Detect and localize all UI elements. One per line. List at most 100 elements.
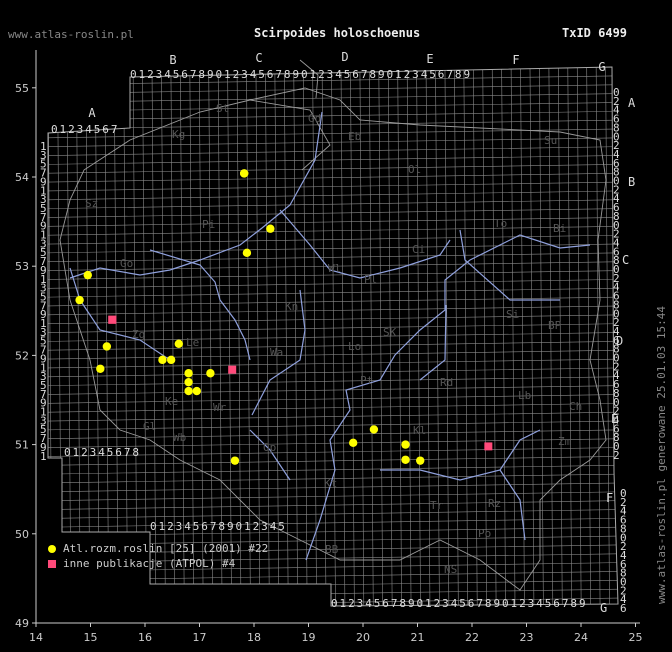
grid-column-letter: D — [341, 50, 348, 64]
x-tick-label: 18 — [247, 631, 261, 644]
taxon-id: TxID 6499 — [562, 26, 628, 40]
grid-digit: 0 — [502, 597, 509, 610]
grid-column-letter: A — [88, 106, 96, 120]
grid-digit: 4 — [451, 597, 458, 610]
grid-digit: 1 — [511, 597, 518, 610]
grid-digit: 0 — [150, 520, 157, 533]
grid-digit: 2 — [519, 597, 526, 610]
atlas-record-point — [369, 425, 379, 434]
region-label: Wa — [270, 346, 283, 359]
x-tick-label: 16 — [138, 631, 152, 644]
grid-line — [48, 84, 618, 94]
grid-line — [510, 67, 516, 606]
grid-digit: 9 — [292, 68, 299, 81]
atlas-record-point — [184, 369, 193, 378]
grid-digit: 6 — [102, 123, 109, 136]
x-tick-label: 24 — [574, 631, 588, 644]
grid-line — [48, 411, 618, 422]
grid-line — [48, 226, 618, 236]
grid-digit: 1 — [60, 123, 67, 136]
grid-line — [425, 67, 431, 606]
region-label: Pi — [202, 218, 215, 231]
grid-digit: 9 — [493, 597, 500, 610]
grid-digit: 7 — [111, 123, 118, 136]
grid-digit: 2 — [147, 68, 154, 81]
grid-digit: 9 — [579, 597, 586, 610]
grid-digit: 5 — [278, 520, 285, 533]
grid-digit: 4 — [536, 597, 543, 610]
grid-digit: 1 — [244, 520, 251, 533]
grid-line — [48, 394, 618, 404]
grid-line — [48, 341, 618, 351]
atlas-record-point — [166, 355, 176, 365]
grid-line — [48, 181, 618, 192]
region-label: Zm — [558, 435, 572, 448]
grid-digit: 2 — [167, 520, 174, 533]
grid-column-letter: C — [255, 51, 262, 65]
grid-digit: 3 — [241, 68, 248, 81]
x-tick-label: 20 — [356, 631, 370, 644]
grid-line — [435, 67, 440, 606]
region-label: Rz — [488, 497, 501, 510]
region-label: Tr — [430, 499, 444, 512]
grid-digit: 0 — [301, 68, 308, 81]
atlas-record-point — [206, 369, 215, 378]
region-label: Wl — [328, 262, 341, 275]
grid-digit: 4 — [184, 520, 191, 533]
grid-row-letter: B — [628, 175, 635, 189]
publication-record-point — [108, 315, 117, 324]
grid-digit: 5 — [545, 597, 552, 610]
grid-line — [48, 420, 618, 431]
grid-digit: 4 — [335, 68, 342, 81]
grid-digit: 8 — [369, 68, 376, 81]
grid-digit: 4 — [365, 597, 372, 610]
grid-line — [48, 155, 618, 165]
atlas-record-point — [75, 295, 84, 305]
grid-digit: 5 — [258, 68, 265, 81]
square-marker-icon — [48, 559, 56, 568]
grid-digit: 3 — [156, 68, 163, 81]
grid-digit: 4 — [98, 446, 105, 459]
grid-digit: 8 — [455, 68, 462, 81]
atlas-record-point — [158, 355, 167, 365]
grid-line — [48, 93, 618, 103]
x-tick-label: 22 — [465, 631, 479, 644]
grid-digit: 2 — [318, 68, 325, 81]
grid-line — [340, 67, 346, 606]
grid-column-letter: B — [169, 53, 176, 67]
grid-line — [48, 67, 53, 606]
grid-line — [48, 323, 618, 333]
grid-digit: 1 — [340, 597, 347, 610]
grid-line — [595, 67, 601, 606]
river-line — [149, 249, 251, 361]
grid-digit: 7 — [275, 68, 282, 81]
grid-column-letter: G — [598, 60, 605, 74]
grid-digit: 2 — [348, 597, 355, 610]
grid-digit: 8 — [132, 446, 139, 459]
region-label: Gd — [308, 112, 321, 125]
region-label: To — [494, 217, 507, 230]
x-tick-label: 23 — [520, 631, 534, 644]
grid-line — [463, 67, 469, 606]
grid-digit: 6 — [468, 597, 475, 610]
grid-digit: 3 — [528, 597, 535, 610]
grid-digit: 2 — [253, 520, 260, 533]
grid-line — [48, 358, 618, 369]
grid-line — [48, 376, 618, 387]
region-label: Le — [186, 336, 199, 349]
grid-digit: 9 — [463, 68, 470, 81]
grid-digit: 5 — [193, 520, 200, 533]
legend-item-publications: inne publikacje (ATPOL) #4 — [48, 556, 268, 571]
publication-record-point — [484, 442, 493, 451]
grid-digit: 5 — [107, 446, 114, 459]
grid-digit: 9 — [378, 68, 385, 81]
grid-digit: 8 — [399, 597, 406, 610]
grid-line — [66, 67, 72, 606]
grid-digit: 7 — [361, 68, 368, 81]
grid-line — [48, 385, 618, 395]
grid-line — [368, 67, 374, 606]
circle-marker-icon — [48, 544, 56, 553]
grid-digit: 7 — [190, 68, 197, 81]
grid-digit: 3 — [327, 68, 334, 81]
publication-record-point — [228, 365, 237, 374]
